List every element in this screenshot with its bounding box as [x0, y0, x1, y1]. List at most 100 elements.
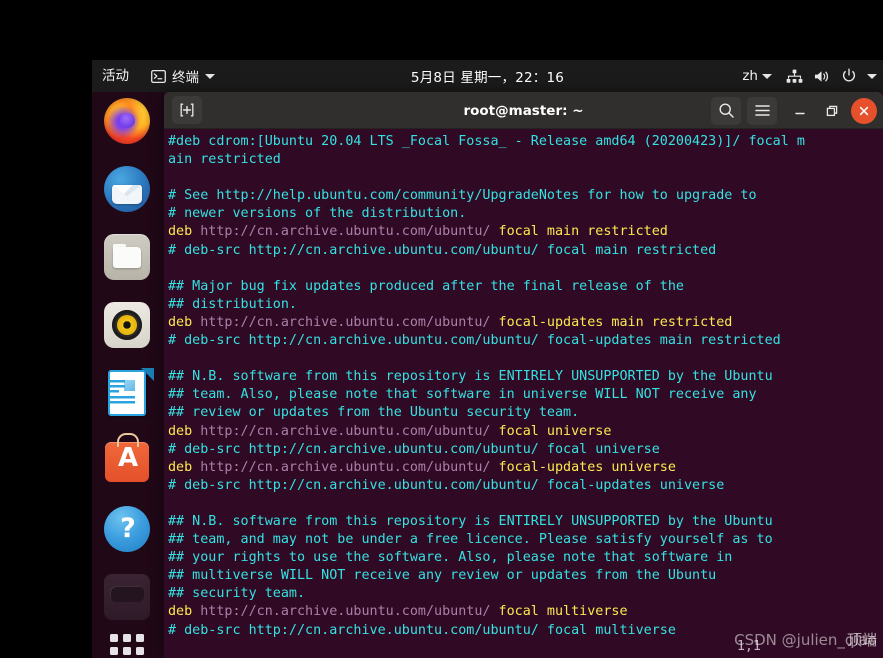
terminal-titlebar[interactable]: root@master: ~ [164, 92, 883, 129]
terminal-line: deb http://cn.archive.ubuntu.com/ubuntu/… [168, 459, 883, 477]
terminal-segment: http://cn.archive.ubuntu.com/ubuntu/ [200, 604, 499, 620]
input-source-indicator[interactable]: zh [738, 68, 776, 84]
terminal-segment: http://cn.archive.ubuntu.com/ubuntu/ [200, 224, 499, 240]
terminal-line: # deb-src http://cn.archive.ubuntu.com/u… [168, 477, 883, 495]
terminal-segment: # deb-src http://cn.archive.ubuntu.com/u… [168, 622, 676, 638]
terminal-segment: ## multiverse WILL NOT receive any revie… [168, 568, 717, 584]
terminal-line: ## N.B. software from this repository is… [168, 368, 883, 386]
terminal-line: ain restricted [168, 151, 883, 169]
terminal-line: deb http://cn.archive.ubuntu.com/ubuntu/… [168, 314, 883, 332]
dock-item-firefox[interactable] [104, 98, 152, 146]
thunderbird-icon [104, 166, 150, 212]
chevron-down-icon [205, 73, 215, 79]
dock-item-show-applications[interactable] [104, 628, 152, 658]
new-terminal-button[interactable] [172, 96, 202, 124]
search-button[interactable] [711, 96, 741, 125]
terminal-line: # deb-src http://cn.archive.ubuntu.com/u… [168, 622, 883, 640]
terminal-segment: # deb-src http://cn.archive.ubuntu.com/u… [168, 333, 781, 349]
terminal-line: deb http://cn.archive.ubuntu.com/ubuntu/… [168, 223, 883, 241]
network-icon[interactable] [786, 69, 803, 84]
terminal-icon [151, 69, 166, 83]
terminal-segment: http://cn.archive.ubuntu.com/ubuntu/ [200, 423, 499, 439]
clock-datetime[interactable]: 5月8日 星期一，22：16 [411, 66, 564, 86]
terminal-line: ## team, and may not be under a free lic… [168, 531, 883, 549]
dock-item-partial[interactable] [104, 574, 152, 622]
terminal-segment: ## N.B. software from this repository is… [168, 513, 773, 529]
maximize-button[interactable] [819, 98, 845, 124]
app-menu-terminal[interactable]: 终端 [143, 60, 223, 92]
terminal-line: ## multiverse WILL NOT receive any revie… [168, 567, 883, 585]
terminal-segment: ## N.B. software from this repository is… [168, 369, 773, 385]
terminal-segment: ## your rights to use the software. Also… [168, 550, 733, 566]
dock-item-thunderbird[interactable] [104, 166, 152, 214]
titlebar-controls [711, 92, 877, 129]
terminal-segment: ## security team. [168, 586, 306, 602]
terminal-line: ## team. Also, please note that software… [168, 386, 883, 404]
gnome-top-bar: 活动 终端 5月8日 星期一，22：16 zh [92, 60, 883, 92]
terminal-segment: http://cn.archive.ubuntu.com/ubuntu/ [200, 314, 499, 330]
chevron-down-icon [762, 73, 772, 79]
terminal-line: # deb-src http://cn.archive.ubuntu.com/u… [168, 332, 883, 350]
terminal-line: # See http://help.ubuntu.com/community/U… [168, 187, 883, 205]
terminal-line: ## review or updates from the Ubuntu sec… [168, 404, 883, 422]
terminal-segment: # newer versions of the distribution. [168, 206, 467, 222]
app-grid-icon [110, 634, 144, 658]
libreoffice-writer-icon [108, 370, 146, 416]
screen: 活动 终端 5月8日 星期一，22：16 zh A ? root@master:… [0, 0, 883, 658]
dock-item-libreoffice-writer[interactable] [104, 370, 152, 418]
terminal-line: # newer versions of the distribution. [168, 205, 883, 223]
terminal-segment: ## review or updates from the Ubuntu sec… [168, 405, 580, 421]
hamburger-menu-button[interactable] [747, 96, 777, 125]
terminal-line: # deb-src http://cn.archive.ubuntu.com/u… [168, 242, 883, 260]
partial-app-icon [104, 574, 150, 620]
dock-item-help[interactable] [104, 506, 152, 554]
terminal-segment: #deb cdrom:[Ubuntu 20.04 LTS _Focal Foss… [168, 134, 805, 149]
firefox-icon [104, 98, 150, 144]
terminal-line: ## security team. [168, 585, 883, 603]
chevron-down-icon[interactable] [867, 73, 877, 79]
terminal-segment: deb [168, 224, 201, 240]
dock-item-ubuntu-software[interactable] [104, 438, 152, 486]
terminal-line: ## your rights to use the software. Also… [168, 549, 883, 567]
activities-button[interactable]: 活动 [92, 60, 143, 92]
terminal-segment: deb [168, 423, 201, 439]
terminal-segment: focal multiverse [498, 604, 628, 620]
rhythmbox-speaker-icon [104, 302, 150, 348]
terminal-segment: focal main restricted [498, 224, 668, 240]
terminal-segment: focal universe [498, 423, 612, 439]
files-folder-icon [104, 234, 150, 280]
terminal-segment: ## distribution. [168, 296, 297, 312]
terminal-segment: http://cn.archive.ubuntu.com/ubuntu/ [200, 459, 499, 475]
vim-status-position: 1,1 [736, 639, 761, 654]
dock-item-files[interactable] [104, 234, 152, 282]
terminal-line: deb http://cn.archive.ubuntu.com/ubuntu/… [168, 423, 883, 441]
close-button[interactable] [851, 97, 877, 124]
top-bar-status-area: zh [738, 60, 877, 92]
terminal-line: ## distribution. [168, 296, 883, 314]
power-icon[interactable] [841, 68, 857, 84]
minimize-button[interactable] [787, 98, 813, 124]
dock-item-rhythmbox[interactable] [104, 302, 152, 350]
terminal-segment: focal-updates main restricted [498, 314, 733, 330]
window-title-text: root@master: ~ [463, 102, 584, 119]
terminal-segment: deb [168, 459, 201, 475]
terminal-segment: ## team. Also, please note that software… [168, 387, 757, 403]
terminal-segment: # See http://help.ubuntu.com/community/U… [168, 188, 757, 204]
terminal-content[interactable]: #deb cdrom:[Ubuntu 20.04 LTS _Focal Foss… [164, 129, 883, 658]
terminal-segment: deb [168, 314, 201, 330]
app-menu-label: 终端 [172, 70, 199, 86]
gnome-desktop: 活动 终端 5月8日 星期一，22：16 zh A ? root@master:… [92, 60, 883, 658]
terminal-segment: ain restricted [168, 152, 281, 168]
ubuntu-dock [92, 92, 164, 658]
input-source-label: zh [742, 68, 758, 84]
terminal-segment: ## Major bug fix updates produced after … [168, 278, 684, 294]
volume-icon[interactable] [813, 69, 831, 84]
terminal-line: # deb-src http://cn.archive.ubuntu.com/u… [168, 441, 883, 459]
terminal-segment: ## team, and may not be under a free lic… [168, 532, 773, 548]
terminal-segment: deb [168, 604, 201, 620]
terminal-line: ## Major bug fix updates produced after … [168, 278, 883, 296]
terminal-segment: # deb-src http://cn.archive.ubuntu.com/u… [168, 242, 717, 258]
